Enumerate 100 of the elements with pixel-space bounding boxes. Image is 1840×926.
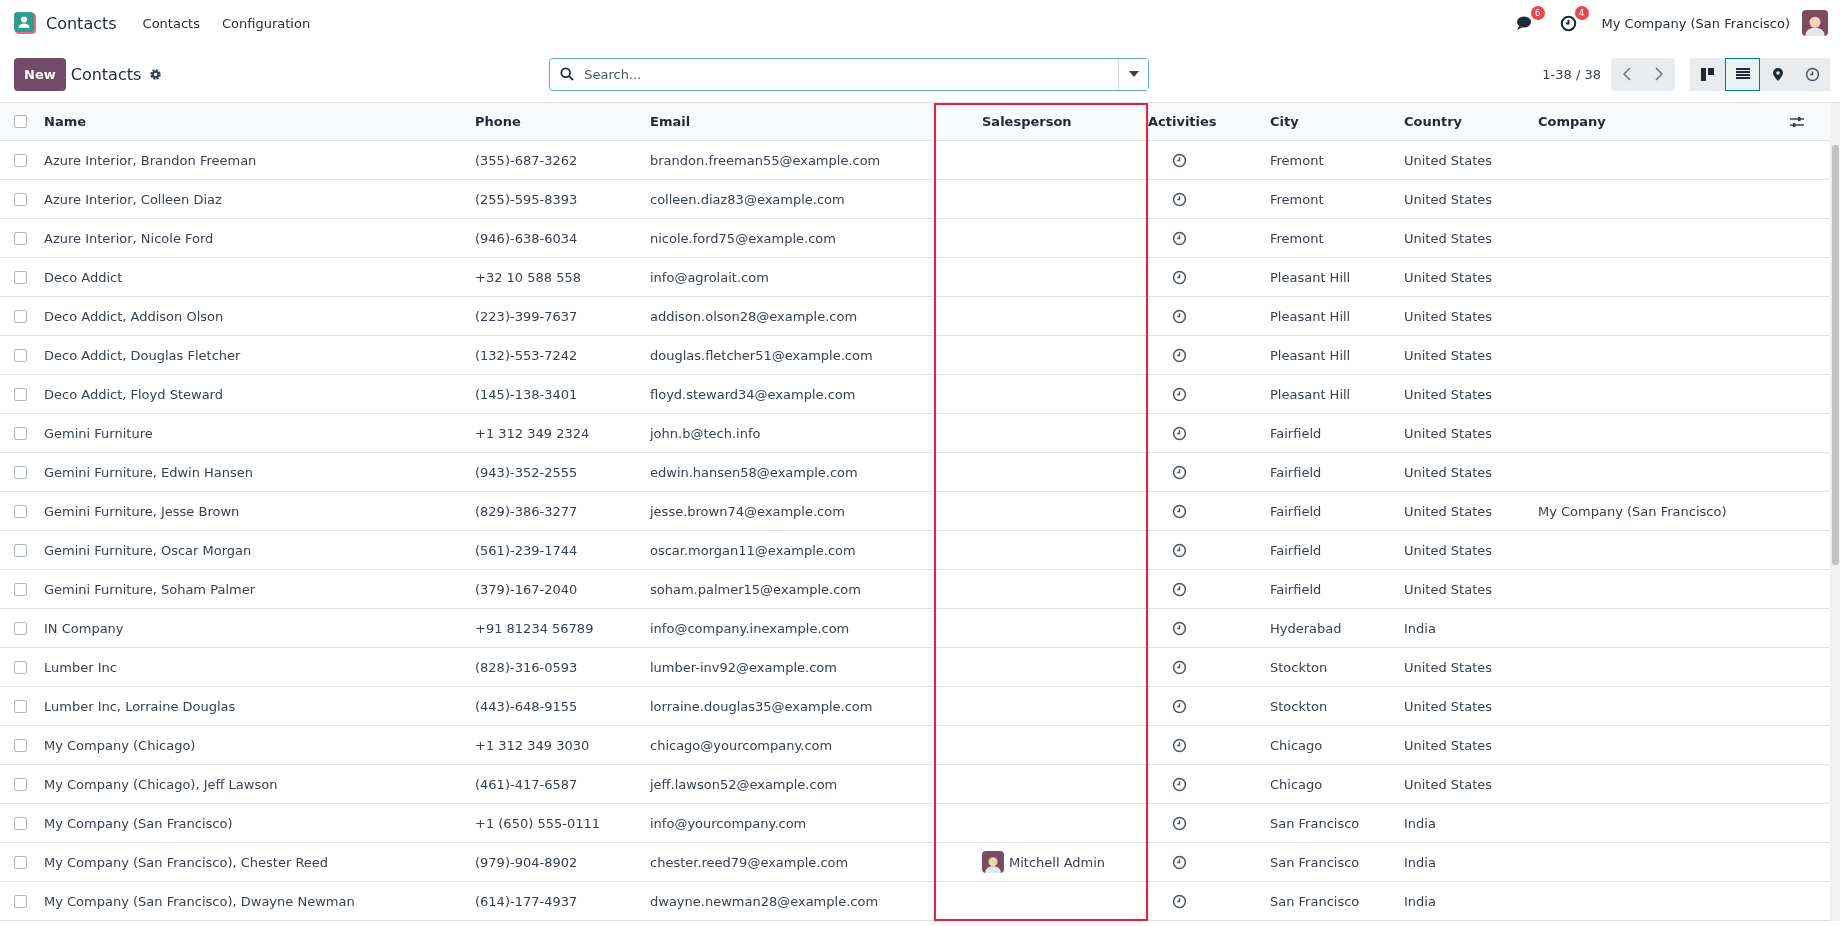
row-checkbox[interactable] — [14, 855, 27, 869]
row-checkbox[interactable] — [14, 738, 27, 752]
clock-icon[interactable] — [1172, 230, 1187, 246]
app-name[interactable]: Contacts — [46, 13, 117, 33]
clock-icon[interactable] — [1172, 698, 1187, 714]
row-checkbox[interactable] — [14, 192, 27, 206]
pager-value[interactable]: 1-38 / 38 — [1542, 66, 1601, 82]
clock-icon[interactable] — [1172, 581, 1187, 597]
clock-icon[interactable] — [1172, 659, 1187, 675]
table-cell: United States — [1404, 659, 1493, 675]
row-checkbox[interactable] — [14, 270, 27, 284]
table-cell: Fairfield — [1270, 542, 1322, 558]
table-cell: United States — [1404, 776, 1493, 792]
table-cell: (145)-138-3401 — [475, 386, 578, 402]
chevron-left-icon — [1623, 67, 1631, 81]
view-switch-button[interactable] — [1725, 57, 1760, 91]
table-cell: soham.palmer15@example.com — [650, 581, 861, 597]
row-checkbox[interactable] — [14, 426, 27, 440]
table-cell: United States — [1404, 386, 1493, 402]
row-checkbox[interactable] — [14, 543, 27, 557]
table-cell: San Francisco — [1270, 815, 1360, 831]
table-cell: info@yourcompany.com — [650, 815, 807, 831]
clock-icon[interactable] — [1172, 269, 1187, 285]
table-cell: United States — [1404, 737, 1493, 753]
table-cell: (443)-648-9155 — [475, 698, 578, 714]
table-cell: +1 312 349 2324 — [475, 425, 590, 441]
chat-icon[interactable] — [1515, 15, 1534, 31]
clock-icon[interactable] — [1172, 854, 1187, 870]
clock-icon[interactable] — [1172, 425, 1187, 441]
clock-icon[interactable] — [1172, 815, 1187, 831]
row-checkbox[interactable] — [14, 348, 27, 362]
row-checkbox[interactable] — [14, 309, 27, 323]
clock-icon[interactable] — [1172, 308, 1187, 324]
row-checkbox[interactable] — [14, 660, 27, 674]
table-cell: floyd.steward34@example.com — [650, 386, 856, 402]
search-bar[interactable]: Search... — [549, 57, 1150, 91]
row-checkbox[interactable] — [14, 699, 27, 713]
table-cell: United States — [1404, 347, 1493, 363]
search-options-button[interactable] — [1118, 58, 1149, 90]
clock-icon[interactable] — [1172, 386, 1187, 402]
table-cell: Chicago — [1270, 737, 1323, 753]
clock-icon[interactable] — [1172, 737, 1187, 753]
column-header[interactable]: Email — [650, 114, 691, 129]
table-cell: United States — [1404, 542, 1493, 558]
table-cell: United States — [1404, 698, 1493, 714]
table-cell: lorraine.douglas35@example.com — [650, 698, 873, 714]
clock-icon[interactable] — [1560, 14, 1578, 32]
table-cell: My Company (San Francisco), Chester Reed — [44, 854, 329, 870]
menu-item[interactable]: Contacts — [142, 15, 200, 31]
column-header[interactable]: Company — [1538, 114, 1606, 129]
table-cell: jeff.lawson52@example.com — [650, 776, 838, 792]
clock-icon[interactable] — [1172, 503, 1187, 519]
table-cell: oscar.morgan11@example.com — [650, 542, 856, 558]
table-cell: jesse.brown74@example.com — [650, 503, 845, 519]
row-checkbox[interactable] — [14, 231, 27, 245]
column-header[interactable]: Country — [1404, 114, 1463, 129]
clock-icon[interactable] — [1805, 66, 1820, 82]
column-header[interactable]: Name — [44, 114, 86, 129]
clock-icon[interactable] — [1172, 620, 1187, 636]
app-logo-icon[interactable] — [14, 12, 36, 34]
table-cell: (979)-904-8902 — [475, 854, 578, 870]
row-checkbox[interactable] — [14, 465, 27, 479]
user-avatar[interactable] — [1802, 10, 1828, 36]
table-cell: Deco Addict — [44, 269, 123, 285]
clock-icon[interactable] — [1172, 347, 1187, 363]
row-checkbox[interactable] — [14, 504, 27, 518]
table-cell: brandon.freeman55@example.com — [650, 152, 881, 168]
row-checkbox[interactable] — [14, 621, 27, 635]
scrollbar-thumb[interactable] — [1831, 145, 1839, 565]
table-cell: (828)-316-0593 — [475, 659, 578, 675]
row-checkbox[interactable] — [14, 387, 27, 401]
table-cell: addison.olson28@example.com — [650, 308, 858, 324]
row-checkbox[interactable] — [14, 582, 27, 596]
column-header[interactable]: City — [1270, 114, 1299, 129]
table-cell: Pleasant Hill — [1270, 269, 1351, 285]
row-checkbox[interactable] — [14, 894, 27, 908]
menu-item[interactable]: Configuration — [221, 15, 311, 31]
row-checkbox[interactable] — [14, 777, 27, 791]
table-cell: Deco Addict, Douglas Fletcher — [44, 347, 241, 363]
clock-icon[interactable] — [1172, 191, 1187, 207]
row-checkbox[interactable] — [14, 816, 27, 830]
column-header[interactable]: Phone — [475, 114, 521, 129]
clock-icon[interactable] — [1172, 542, 1187, 558]
row-checkbox[interactable] — [14, 153, 27, 167]
gear-icon[interactable] — [149, 67, 163, 81]
table-cell: India — [1404, 815, 1436, 831]
company-switcher[interactable]: My Company (San Francisco) — [1601, 15, 1790, 31]
search-input[interactable]: Search... — [582, 65, 1119, 83]
clock-icon[interactable] — [1172, 893, 1187, 909]
select-all-checkbox[interactable] — [14, 115, 27, 128]
new-button[interactable]: New — [14, 57, 66, 91]
clock-icon[interactable] — [1172, 152, 1187, 168]
sliders-icon[interactable] — [1790, 115, 1804, 128]
table-cell: Gemini Furniture, Jesse Brown — [44, 503, 240, 519]
table-cell: (132)-553-7242 — [475, 347, 578, 363]
clock-icon[interactable] — [1172, 464, 1187, 480]
table-cell: colleen.diaz83@example.com — [650, 191, 845, 207]
table-cell: info@company.inexample.com — [650, 620, 850, 636]
column-header[interactable]: Salesperson — [982, 114, 1072, 129]
clock-icon[interactable] — [1172, 776, 1187, 792]
